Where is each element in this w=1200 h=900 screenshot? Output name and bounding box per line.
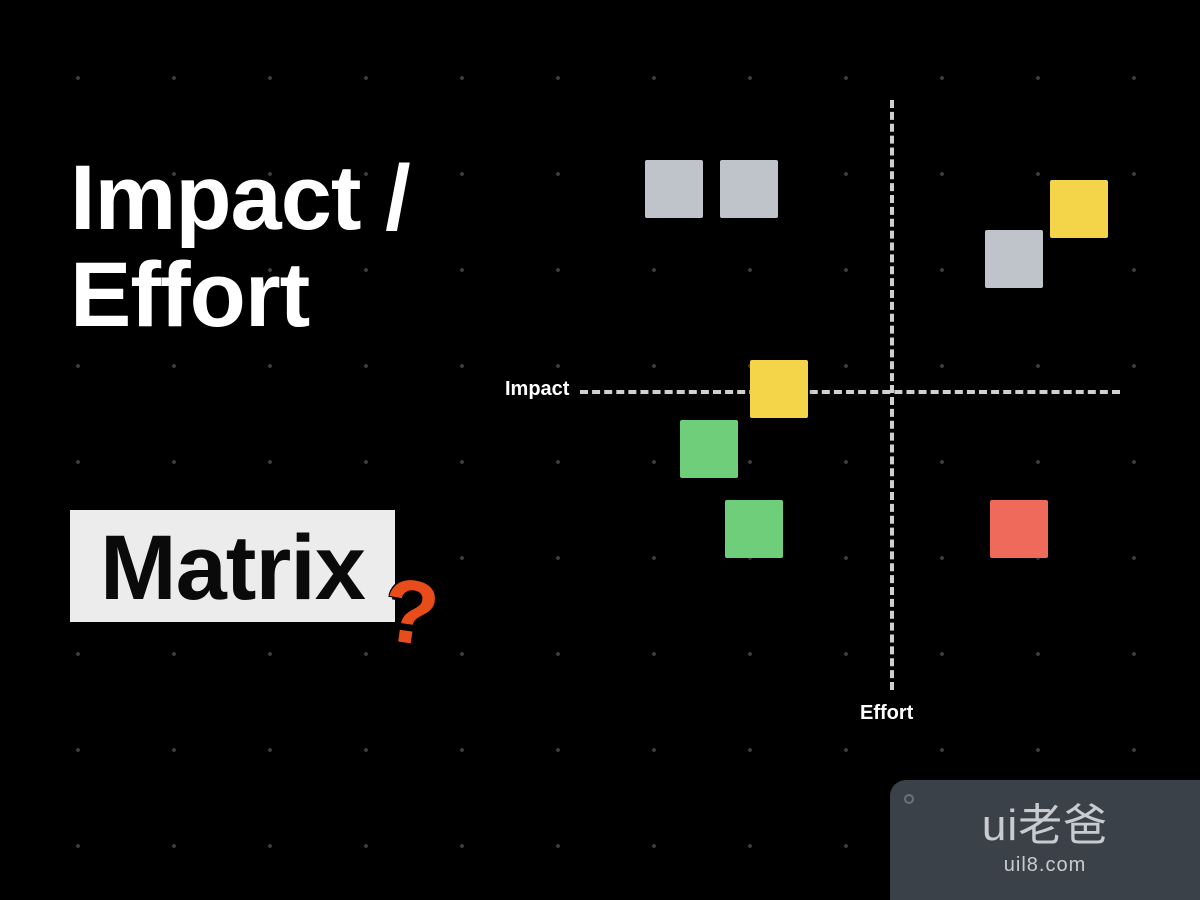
horizontal-axis [580, 390, 1120, 394]
sticky-green-2[interactable] [725, 500, 783, 558]
watermark-logo-text: ui老爸 [982, 804, 1108, 848]
impact-effort-chart: Impact Effort [560, 100, 1130, 720]
title-highlight-row: Matrix ? [70, 510, 438, 622]
sticky-grey-2[interactable] [720, 160, 778, 218]
title-line-1: Impact / [70, 150, 410, 247]
sticky-yellow-2[interactable] [750, 360, 808, 418]
sticky-green-1[interactable] [680, 420, 738, 478]
x-axis-label: Effort [860, 702, 913, 725]
sticky-yellow-1[interactable] [1050, 180, 1108, 238]
watermark-badge: ui老爸 uil8.com [890, 780, 1200, 900]
watermark-dot-icon [904, 794, 914, 804]
vertical-axis [890, 100, 894, 690]
sticky-grey-1[interactable] [645, 160, 703, 218]
y-axis-label: Impact [505, 378, 569, 401]
sticky-grey-3[interactable] [985, 230, 1043, 288]
watermark-url-text: uil8.com [1004, 854, 1086, 877]
title-highlight-box: Matrix [70, 510, 395, 622]
title-line-2: Effort [70, 247, 410, 344]
title-block: Impact / Effort [70, 150, 410, 343]
sticky-red-1[interactable] [990, 500, 1048, 558]
